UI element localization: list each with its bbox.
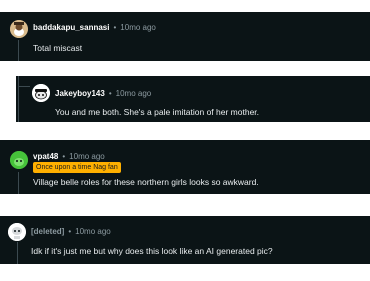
comment-meta: baddakapu_sannasi • 10mo ago (33, 23, 156, 32)
author-name[interactable]: Jakeyboy143 (55, 89, 105, 98)
avatar[interactable] (10, 20, 28, 38)
comment-body: Idk if it's just me but why does this lo… (31, 246, 273, 256)
comment-body: You and me both. She's a pale imitation … (55, 107, 260, 117)
user-flair: Once upon a time Nag fan (33, 162, 121, 173)
thread-line[interactable] (18, 40, 19, 61)
separator: • (62, 152, 66, 161)
author-name[interactable]: baddakapu_sannasi (33, 23, 109, 32)
timestamp[interactable]: 10mo ago (75, 227, 111, 236)
thread-line[interactable] (17, 242, 18, 264)
comment-card: vpat48 • 10mo ago Once upon a time Nag f… (0, 140, 370, 194)
avatar[interactable] (32, 84, 50, 102)
snoo-avatar-icon (10, 151, 28, 169)
comment-card: Jakeyboy143 • 10mo ago You and me both. … (16, 76, 370, 122)
comment-card: baddakapu_sannasi • 10mo ago Total misca… (0, 12, 370, 61)
author-name: [deleted] (31, 227, 65, 236)
avatar[interactable] (10, 151, 28, 169)
thread-line[interactable] (18, 76, 19, 122)
comment-card: [deleted] • 10mo ago Idk if it's just me… (0, 216, 370, 264)
separator: • (68, 227, 72, 236)
comment-meta: vpat48 • 10mo ago (33, 152, 105, 161)
separator: • (113, 23, 117, 32)
comment-meta: Jakeyboy143 • 10mo ago (55, 89, 151, 98)
timestamp[interactable]: 10mo ago (69, 152, 105, 161)
comment-body: Village belle roles for these northern g… (33, 177, 259, 187)
snoo-avatar-icon (10, 20, 28, 38)
snoo-avatar-icon (8, 223, 26, 241)
comment-body: Total miscast (33, 43, 83, 53)
snoo-avatar-icon (32, 84, 50, 102)
separator: • (108, 89, 112, 98)
timestamp[interactable]: 10mo ago (116, 89, 152, 98)
comment-meta: [deleted] • 10mo ago (31, 227, 111, 236)
thread-line[interactable] (18, 172, 19, 194)
thread-connector (18, 86, 30, 87)
avatar (8, 223, 26, 241)
author-name[interactable]: vpat48 (33, 152, 58, 161)
timestamp[interactable]: 10mo ago (120, 23, 156, 32)
